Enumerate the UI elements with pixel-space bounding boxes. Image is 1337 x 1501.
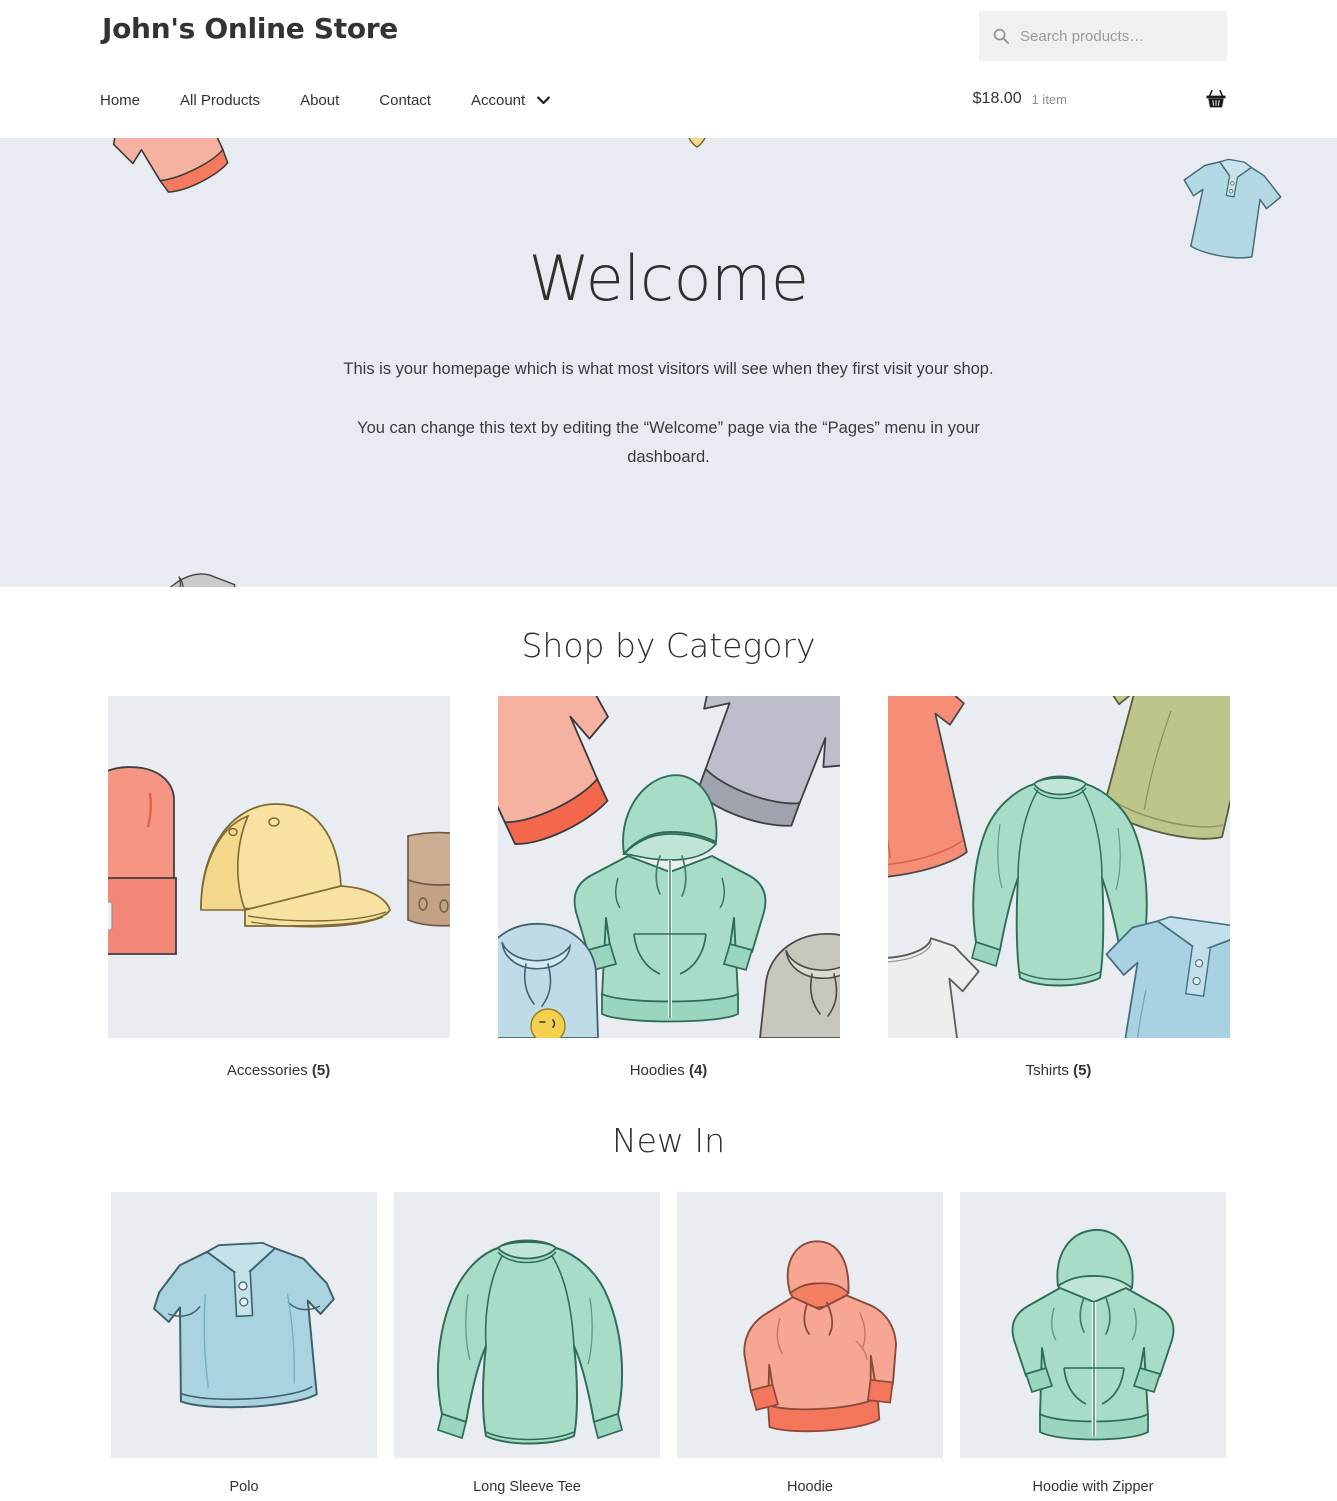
category-label-tshirts: Tshirts (5): [888, 1038, 1230, 1079]
accessories-category-image: [107, 696, 450, 1038]
hoodie-with-zipper-product-image: [960, 1192, 1226, 1458]
category-count-hoodies: (4): [688, 1062, 708, 1079]
site-brand-title[interactable]: John's Online Store: [102, 12, 398, 45]
category-card-tshirts[interactable]: Tshirts (5): [887, 696, 1230, 1079]
hero-content: Welcome This is your homepage which is w…: [0, 138, 1337, 472]
category-card-accessories[interactable]: Accessories (5): [107, 696, 450, 1079]
new-in-title: New In: [611, 1121, 726, 1160]
product-name-hoodie-with-zipper: Hoodie with Zipper: [1032, 1479, 1154, 1495]
category-label-accessories: Accessories (5): [108, 1038, 450, 1079]
shop-by-category-section: Shop by Category Accessories (5) Hoodies…: [0, 587, 1337, 1085]
hero-section: Welcome This is your homepage which is w…: [0, 138, 1337, 587]
main-navigation: Home All Products About Contact Account: [100, 88, 570, 113]
category-label-hoodies: Hoodies (4): [498, 1038, 840, 1079]
hoodie-product-image: [677, 1192, 943, 1458]
product-name-long-sleeve-tee: Long Sleeve Tee: [473, 1479, 581, 1495]
nav-item-home[interactable]: Home: [100, 88, 160, 113]
search-box[interactable]: [979, 11, 1227, 61]
cart-summary[interactable]: $18.00 1 item: [973, 88, 1227, 110]
product-card-long-sleeve-tee[interactable]: Long Sleeve Tee: [394, 1192, 660, 1495]
hero-paragraph-2: You can change this text by editing the …: [357, 418, 980, 466]
hero-title: Welcome: [528, 242, 809, 315]
hoodies-category-image: [497, 696, 840, 1038]
shopping-basket-icon[interactable]: [1205, 88, 1227, 110]
category-name-hoodies: Hoodies: [629, 1062, 685, 1079]
search-input[interactable]: [1018, 26, 1213, 46]
nav-item-account-label: Account: [470, 92, 526, 109]
category-count-accessories: (5): [311, 1062, 331, 1079]
product-name-polo: Polo: [229, 1479, 259, 1495]
shop-by-category-title: Shop by Category: [521, 626, 816, 665]
nav-item-about[interactable]: About: [300, 88, 359, 113]
new-in-section: New In Polo Long Sleeve Tee Hoodie Hoodi…: [0, 1085, 1337, 1501]
category-name-tshirts: Tshirts: [1025, 1062, 1069, 1079]
product-name-hoodie: Hoodie: [787, 1479, 833, 1495]
hero-paragraph-1: This is your homepage which is what most…: [343, 360, 994, 379]
product-card-hoodie-with-zipper[interactable]: Hoodie with Zipper: [960, 1192, 1226, 1495]
tshirts-category-image: [887, 696, 1230, 1038]
category-card-hoodies[interactable]: Hoodies (4): [497, 696, 840, 1079]
polo-product-image: [111, 1192, 377, 1458]
product-card-polo[interactable]: Polo: [111, 1192, 377, 1495]
cart-total: $18.00: [972, 90, 1022, 107]
product-card-hoodie[interactable]: Hoodie: [677, 1192, 943, 1495]
category-name-accessories: Accessories: [226, 1062, 308, 1079]
new-in-product-grid: Polo Long Sleeve Tee Hoodie Hoodie with …: [0, 1192, 1337, 1501]
cart-item-count: 1 item: [1031, 91, 1067, 107]
nav-item-all-products[interactable]: All Products: [180, 88, 280, 113]
category-grid: Accessories (5) Hoodies (4) Tshirts (5): [0, 696, 1337, 1085]
category-count-tshirts: (5): [1073, 1062, 1092, 1079]
site-header: John's Online Store Home All Products Ab…: [0, 0, 1337, 138]
chevron-down-icon: [537, 96, 551, 105]
gray-hoodie-left-decoration: [126, 560, 274, 587]
search-icon: [993, 28, 1009, 44]
long-sleeve-tee-product-image: [394, 1192, 660, 1458]
nav-item-account[interactable]: Account: [471, 88, 570, 113]
nav-item-contact[interactable]: Contact: [379, 88, 451, 113]
